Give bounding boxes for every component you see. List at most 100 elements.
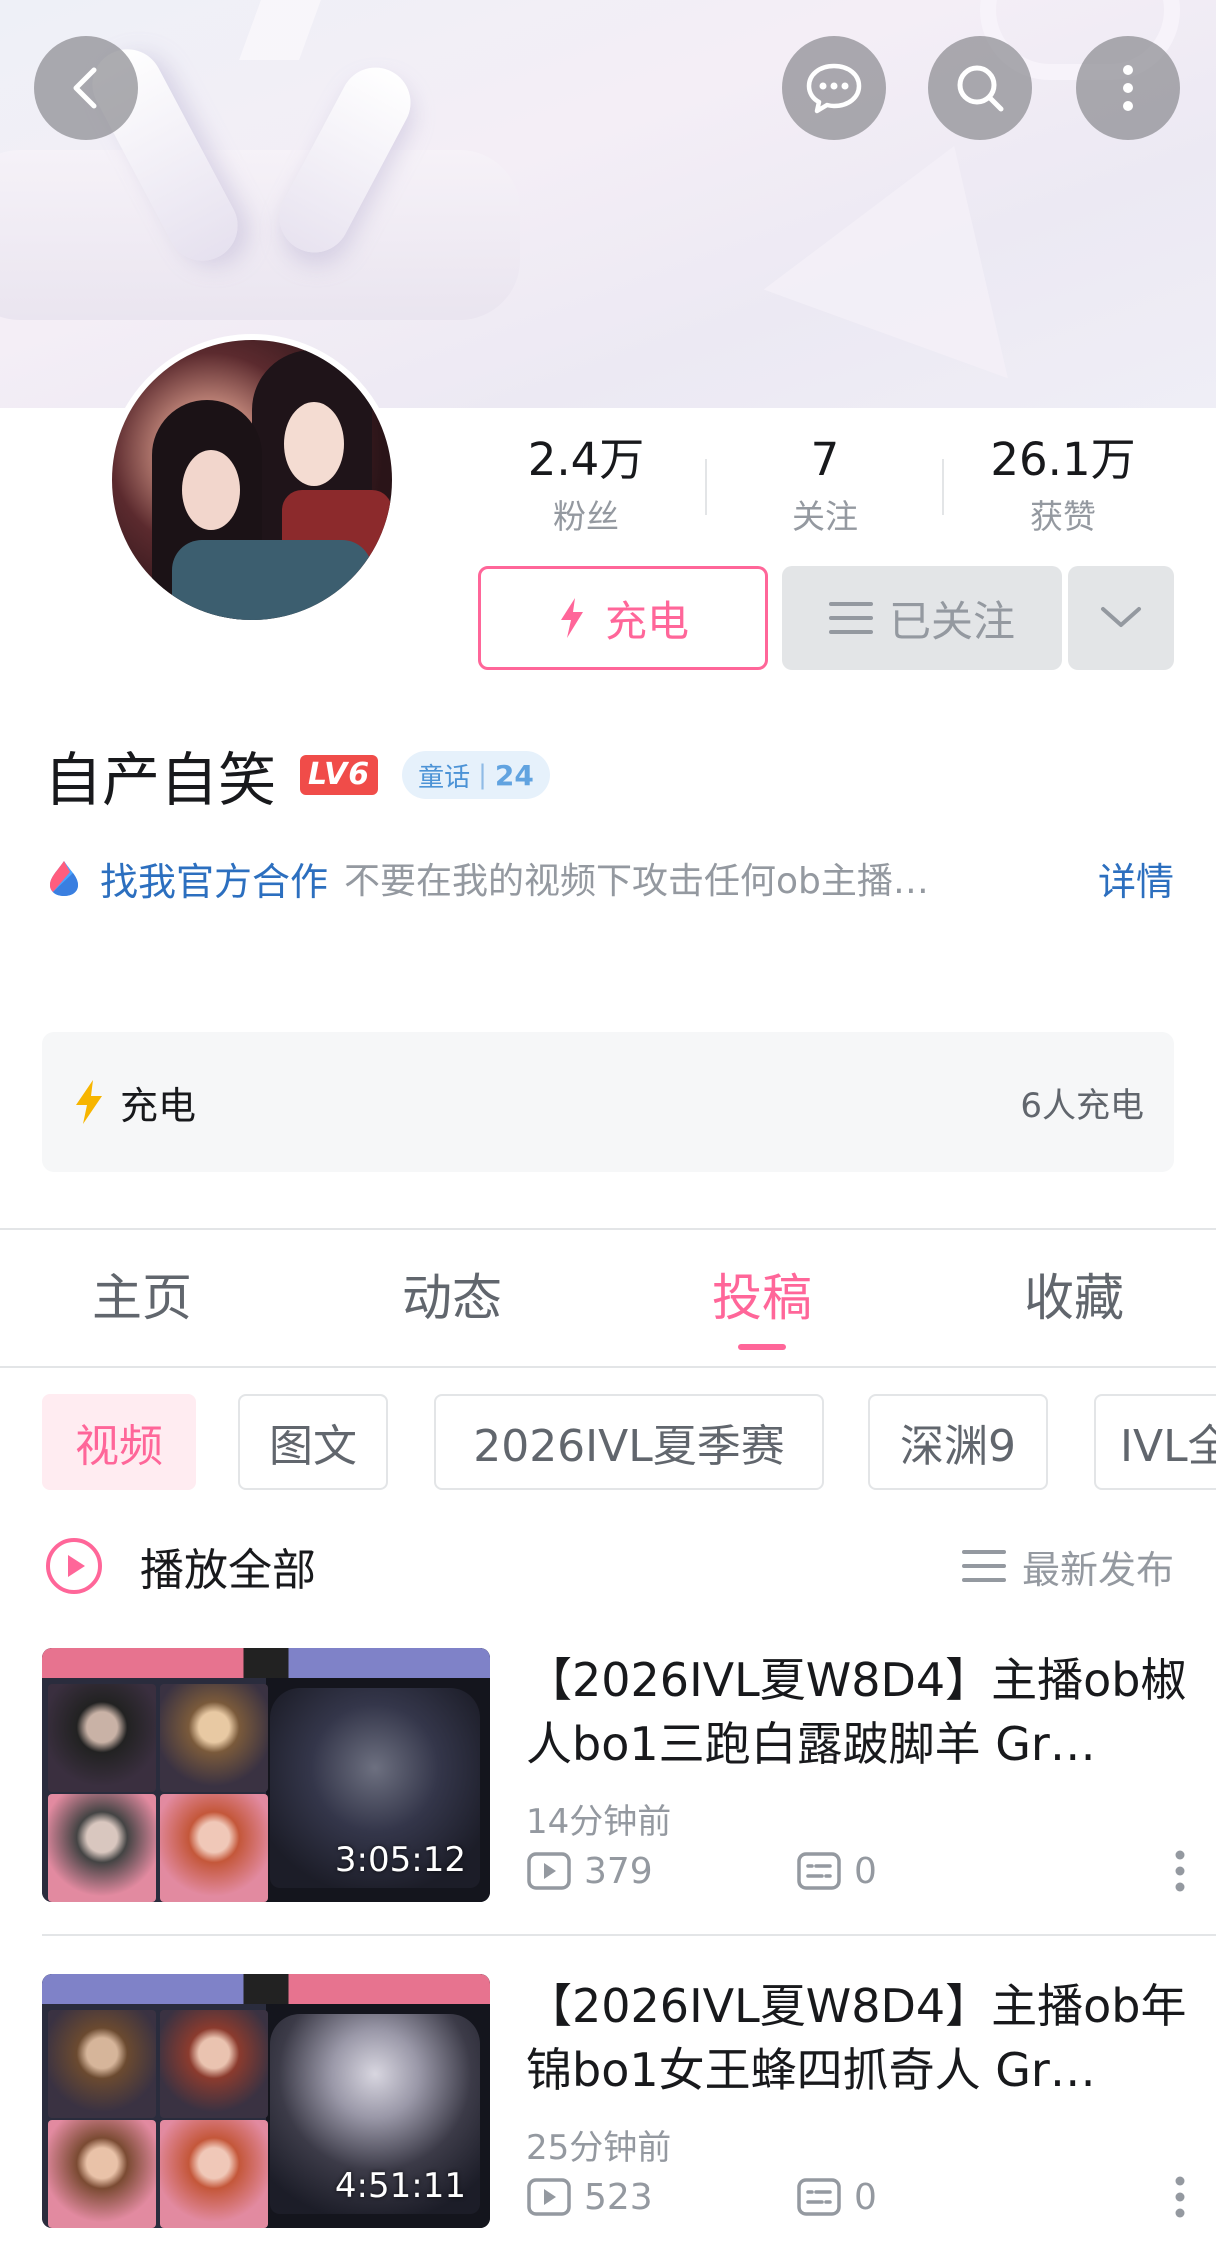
chip-series[interactable]: IVL全 <box>1094 1394 1216 1490</box>
bio-row: 找我官方合作 不要在我的视频下攻击任何ob主播… 详情 <box>44 848 1174 908</box>
banner-decoration <box>763 101 1077 379</box>
divider <box>0 1366 1216 1368</box>
video-stats: 523 0 <box>526 2170 1186 2224</box>
avatar-figure <box>284 402 344 486</box>
profile-tabs: 主页 动态 投稿 收藏 <box>0 1230 1216 1366</box>
follow-button-label: 已关注 <box>888 596 1015 646</box>
chip-video[interactable]: 视频 <box>42 1394 196 1490</box>
lightning-icon <box>560 598 583 638</box>
stat-divider <box>705 459 707 515</box>
more-vertical-icon[interactable] <box>1174 2175 1186 2219</box>
stat-value: 7 <box>810 433 840 486</box>
stat-likes[interactable]: 26.1万 获赞 <box>963 425 1163 539</box>
video-item[interactable]: 3:05:12 【2026IVL夏W8D4】主播ob椒人bo1三跑白露跛脚羊 G… <box>42 1648 1216 1902</box>
sort-label: 最新发布 <box>1021 1547 1174 1592</box>
avatar-figure <box>172 540 372 620</box>
thumbnail-image <box>42 1648 490 1678</box>
menu-lines-icon <box>961 1550 1006 1582</box>
expand-button[interactable] <box>1068 566 1174 670</box>
thumbnail-image <box>48 1794 156 1902</box>
video-item[interactable]: 4:51:11 【2026IVL夏W8D4】主播ob年锦bo1女王蜂四抓奇人 G… <box>42 1974 1216 2228</box>
thumbnail-image <box>48 1684 156 1792</box>
video-duration: 4:51:11 <box>334 2166 466 2206</box>
tab-home[interactable]: 主页 <box>42 1230 242 1366</box>
charge-button-label: 充电 <box>604 596 689 646</box>
official-cooperation-link[interactable]: 找我官方合作 <box>100 851 328 906</box>
play-all-button[interactable]: 播放全部 <box>140 1534 316 1598</box>
menu-lines-icon <box>828 602 873 634</box>
search-button[interactable] <box>928 36 1032 140</box>
play-all-row: 播放全部 最新发布 <box>44 1530 1174 1602</box>
more-vertical-icon[interactable] <box>1174 1849 1186 1893</box>
view-count-value: 379 <box>584 1850 653 1892</box>
divider <box>42 1934 1216 1936</box>
follow-button[interactable]: 已关注 <box>782 566 1062 670</box>
video-thumbnail[interactable]: 4:51:11 <box>42 1974 490 2228</box>
thumbnail-image <box>48 2010 156 2118</box>
stat-value: 2.4万 <box>527 433 645 486</box>
view-count: 523 <box>526 2177 796 2218</box>
chip-series[interactable]: 深渊9 <box>868 1394 1048 1490</box>
stat-label: 关注 <box>792 497 858 536</box>
comment-count-value: 0 <box>854 1850 877 1892</box>
charge-button[interactable]: 充电 <box>478 566 768 670</box>
detail-link[interactable]: 详情 <box>1098 851 1174 906</box>
profile-banner <box>0 0 1216 408</box>
stat-label: 获赞 <box>1030 497 1096 536</box>
video-publish-time: 14分钟前 <box>526 1802 672 1842</box>
avatar[interactable] <box>106 334 398 626</box>
charge-count: 6人充电 <box>1020 1085 1144 1126</box>
medal-level: 24 <box>494 758 534 792</box>
filter-chips: 视频 图文 2026IVL夏季赛 深渊9 IVL全 <box>0 1394 1216 1490</box>
chip-series[interactable]: 2026IVL夏季赛 <box>434 1394 824 1490</box>
search-icon <box>957 65 1004 112</box>
play-count-icon <box>527 2178 571 2216</box>
view-count-value: 523 <box>584 2176 653 2218</box>
signature: 不要在我的视频下攻击任何ob主播… <box>344 861 929 902</box>
active-tab-indicator <box>738 1344 786 1350</box>
tab-favorites[interactable]: 收藏 <box>974 1230 1174 1366</box>
level-badge: LV6 <box>300 755 379 795</box>
play-circle-icon[interactable] <box>44 1536 104 1596</box>
medal-name: 童话 <box>418 762 471 793</box>
comment-count-value: 0 <box>854 2176 877 2218</box>
thumbnail-image <box>160 1794 268 1902</box>
thumbnail-image <box>160 1684 268 1792</box>
video-duration: 3:05:12 <box>334 1840 466 1880</box>
charge-card[interactable]: 充电 6人充电 <box>42 1032 1174 1172</box>
thumbnail-image <box>48 2120 156 2228</box>
danmaku-icon <box>797 2178 841 2216</box>
video-publish-time: 25分钟前 <box>526 2128 672 2168</box>
chat-bubble-icon <box>806 63 862 114</box>
video-thumbnail[interactable]: 3:05:12 <box>42 1648 490 1902</box>
message-button[interactable] <box>782 36 886 140</box>
stat-value: 26.1万 <box>990 433 1136 486</box>
medal-separator: | <box>478 760 487 790</box>
stat-followers[interactable]: 2.4万 粉丝 <box>486 425 686 539</box>
avatar-figure <box>182 450 240 530</box>
chip-article[interactable]: 图文 <box>238 1394 388 1490</box>
back-button[interactable] <box>34 36 138 140</box>
comment-count: 0 <box>796 1851 877 1892</box>
charge-card-title: 充电 <box>120 1083 197 1128</box>
thumbnail-image <box>160 2120 268 2228</box>
name-row: 自产自笑 LV6 童话 | 24 <box>44 735 550 815</box>
video-title[interactable]: 【2026IVL夏W8D4】主播ob年锦bo1女王蜂四抓奇人 Gr… <box>526 1974 1216 2102</box>
video-stats: 379 0 <box>526 1844 1186 1898</box>
danmaku-icon <box>797 1852 841 1890</box>
play-count-icon <box>527 1852 571 1890</box>
chevron-down-icon <box>1101 607 1141 627</box>
stat-label: 粉丝 <box>553 497 619 536</box>
banner-decoration <box>239 0 321 60</box>
drop-logo-icon <box>50 861 78 896</box>
sort-dropdown[interactable]: 最新发布 <box>961 1539 1174 1594</box>
view-count: 379 <box>526 1851 796 1892</box>
stat-divider <box>942 459 944 515</box>
fan-medal[interactable]: 童话 | 24 <box>402 751 550 799</box>
tab-dynamic[interactable]: 动态 <box>352 1230 552 1366</box>
banner-decoration <box>0 150 520 320</box>
video-title[interactable]: 【2026IVL夏W8D4】主播ob椒人bo1三跑白露跛脚羊 Gr… <box>526 1648 1216 1776</box>
comment-count: 0 <box>796 2177 877 2218</box>
stat-following[interactable]: 7 关注 <box>725 425 925 539</box>
more-button[interactable] <box>1076 36 1180 140</box>
